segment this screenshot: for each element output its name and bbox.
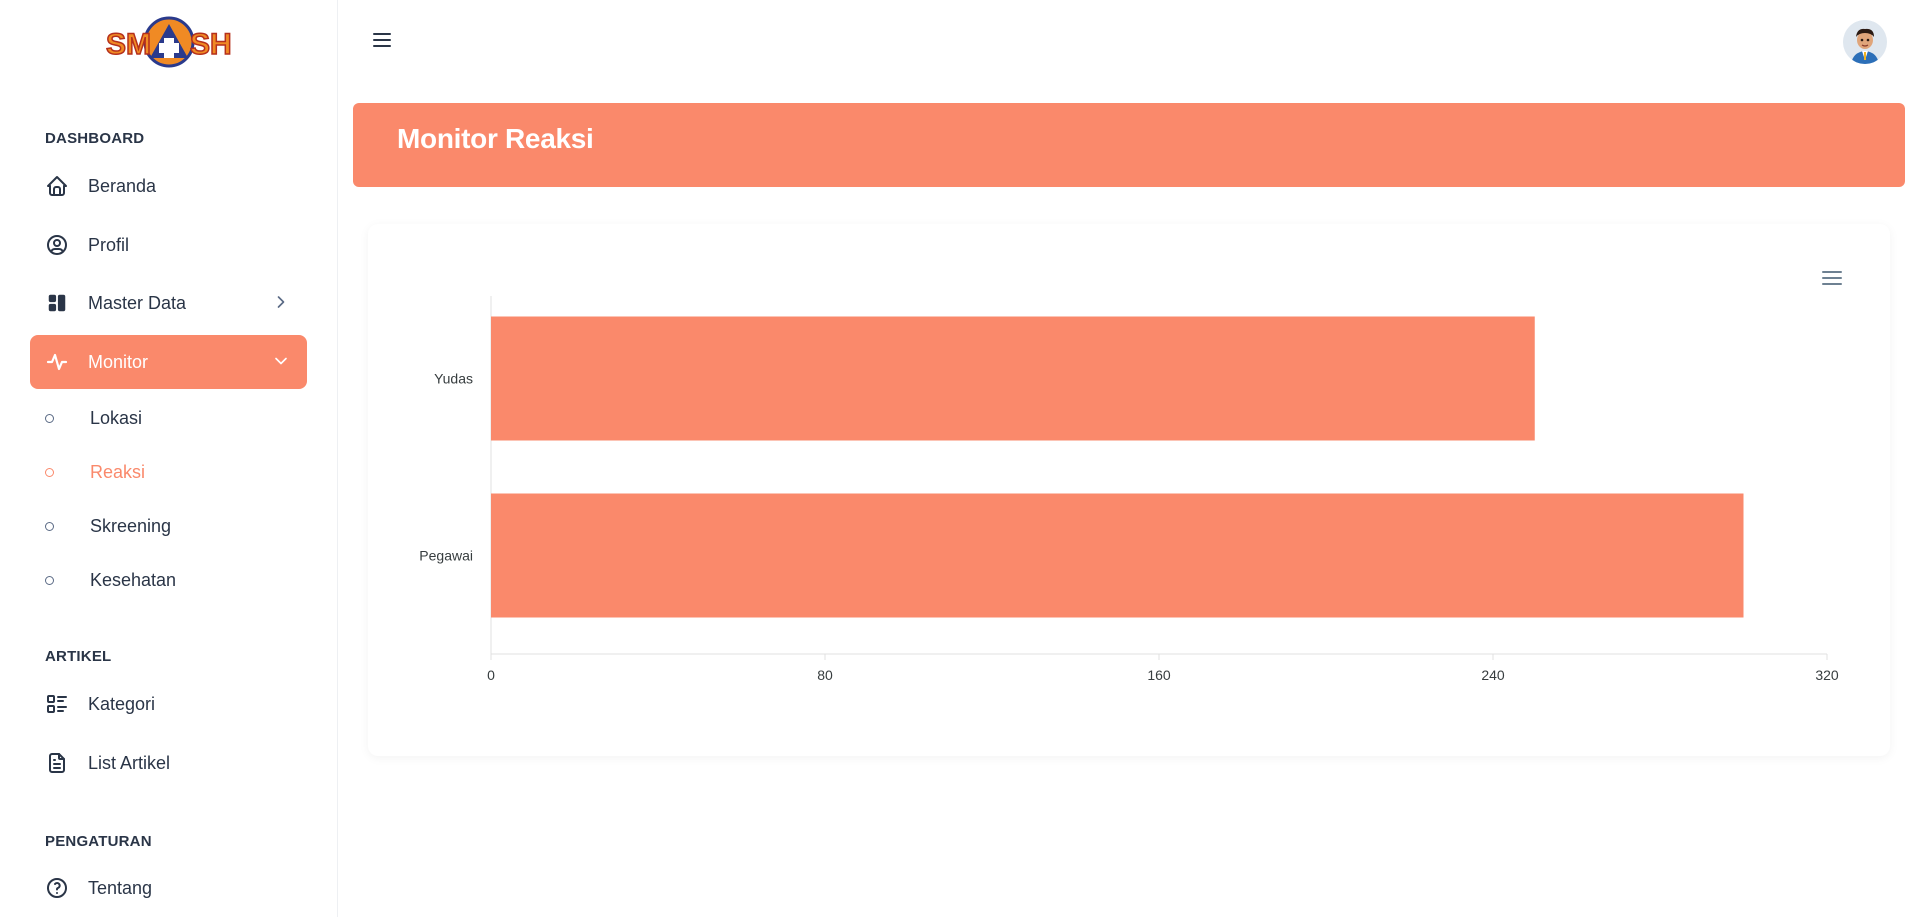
- sidebar-item-tentang[interactable]: Tentang: [30, 861, 307, 915]
- x-tick-label: 320: [1815, 667, 1839, 683]
- sidebar-item-monitor[interactable]: Monitor: [30, 335, 307, 389]
- layout-dashboard-icon: [44, 290, 70, 316]
- circle-icon: [45, 467, 54, 477]
- sidebar-item-list-artikel[interactable]: List Artikel: [30, 736, 307, 790]
- sidebar-item-beranda[interactable]: Beranda: [30, 159, 307, 213]
- list-details-icon: [44, 691, 70, 717]
- sidebar-item-label: Kategori: [88, 693, 156, 714]
- x-tick-label: 160: [1147, 667, 1171, 683]
- circle-icon: [45, 413, 54, 423]
- section-title-dashboard: DASHBOARD: [45, 130, 145, 147]
- chart-menu-icon[interactable]: [1820, 268, 1844, 288]
- page-title: Monitor Reaksi: [397, 123, 594, 154]
- y-tick-label: Yudas: [434, 371, 473, 387]
- file-text-icon: [44, 750, 70, 776]
- page-header-banner: Monitor Reaksi: [353, 103, 1905, 187]
- submenu-item-reaksi[interactable]: Reaksi: [45, 452, 145, 492]
- sidebar-item-label: Beranda: [88, 175, 157, 196]
- avatar[interactable]: [1843, 20, 1887, 64]
- menu-toggle-icon[interactable]: [370, 28, 394, 52]
- y-tick-label: Pegawai: [419, 548, 473, 564]
- sidebar-item-label: Master Data: [88, 292, 187, 313]
- sidebar-item-label: List Artikel: [88, 752, 171, 773]
- bar-yudas: [491, 316, 1535, 441]
- submenu-item-skreening[interactable]: Skreening: [45, 506, 171, 546]
- x-tick-label: 80: [817, 667, 833, 683]
- chevron-right-icon: [271, 292, 291, 312]
- user-circle-icon: [44, 232, 70, 258]
- bar-chart: Yudas Pegawai 0 80 160 240 320: [419, 296, 1839, 683]
- circle-icon: [45, 521, 54, 531]
- circle-icon: [45, 575, 54, 585]
- sidebar-item-master-data[interactable]: Master Data: [30, 276, 307, 330]
- submenu-item-label: Kesehatan: [90, 569, 177, 590]
- smash-logo[interactable]: SM SH: [104, 14, 234, 70]
- submenu-item-label: Skreening: [90, 515, 172, 536]
- sidebar-item-label: Profil: [88, 234, 130, 255]
- svg-text:SH: SH: [190, 28, 232, 61]
- submenu-item-label: Reaksi: [90, 461, 146, 482]
- section-title-pengaturan: PENGATURAN: [45, 833, 152, 850]
- sidebar-item-label: Monitor: [88, 351, 149, 372]
- svg-text:SM: SM: [106, 28, 151, 61]
- sidebar-item-label: Tentang: [88, 877, 153, 898]
- submenu-item-lokasi[interactable]: Lokasi: [45, 398, 142, 438]
- submenu-item-kesehatan[interactable]: Kesehatan: [45, 560, 176, 600]
- sidebar: SM SH DASHBOARD Beranda Profil Master Da…: [0, 0, 338, 917]
- sidebar-item-profil[interactable]: Profil: [30, 218, 307, 272]
- x-tick-label: 0: [487, 667, 495, 683]
- activity-icon: [44, 349, 70, 375]
- x-tick-label: 240: [1481, 667, 1505, 683]
- section-title-artikel: ARTIKEL: [45, 648, 112, 665]
- help-circle-icon: [44, 875, 70, 901]
- submenu-item-label: Lokasi: [90, 407, 143, 428]
- sidebar-item-kategori[interactable]: Kategori: [30, 677, 307, 731]
- bar-pegawai: [491, 493, 1744, 618]
- home-icon: [44, 173, 70, 199]
- chevron-down-icon: [271, 351, 291, 371]
